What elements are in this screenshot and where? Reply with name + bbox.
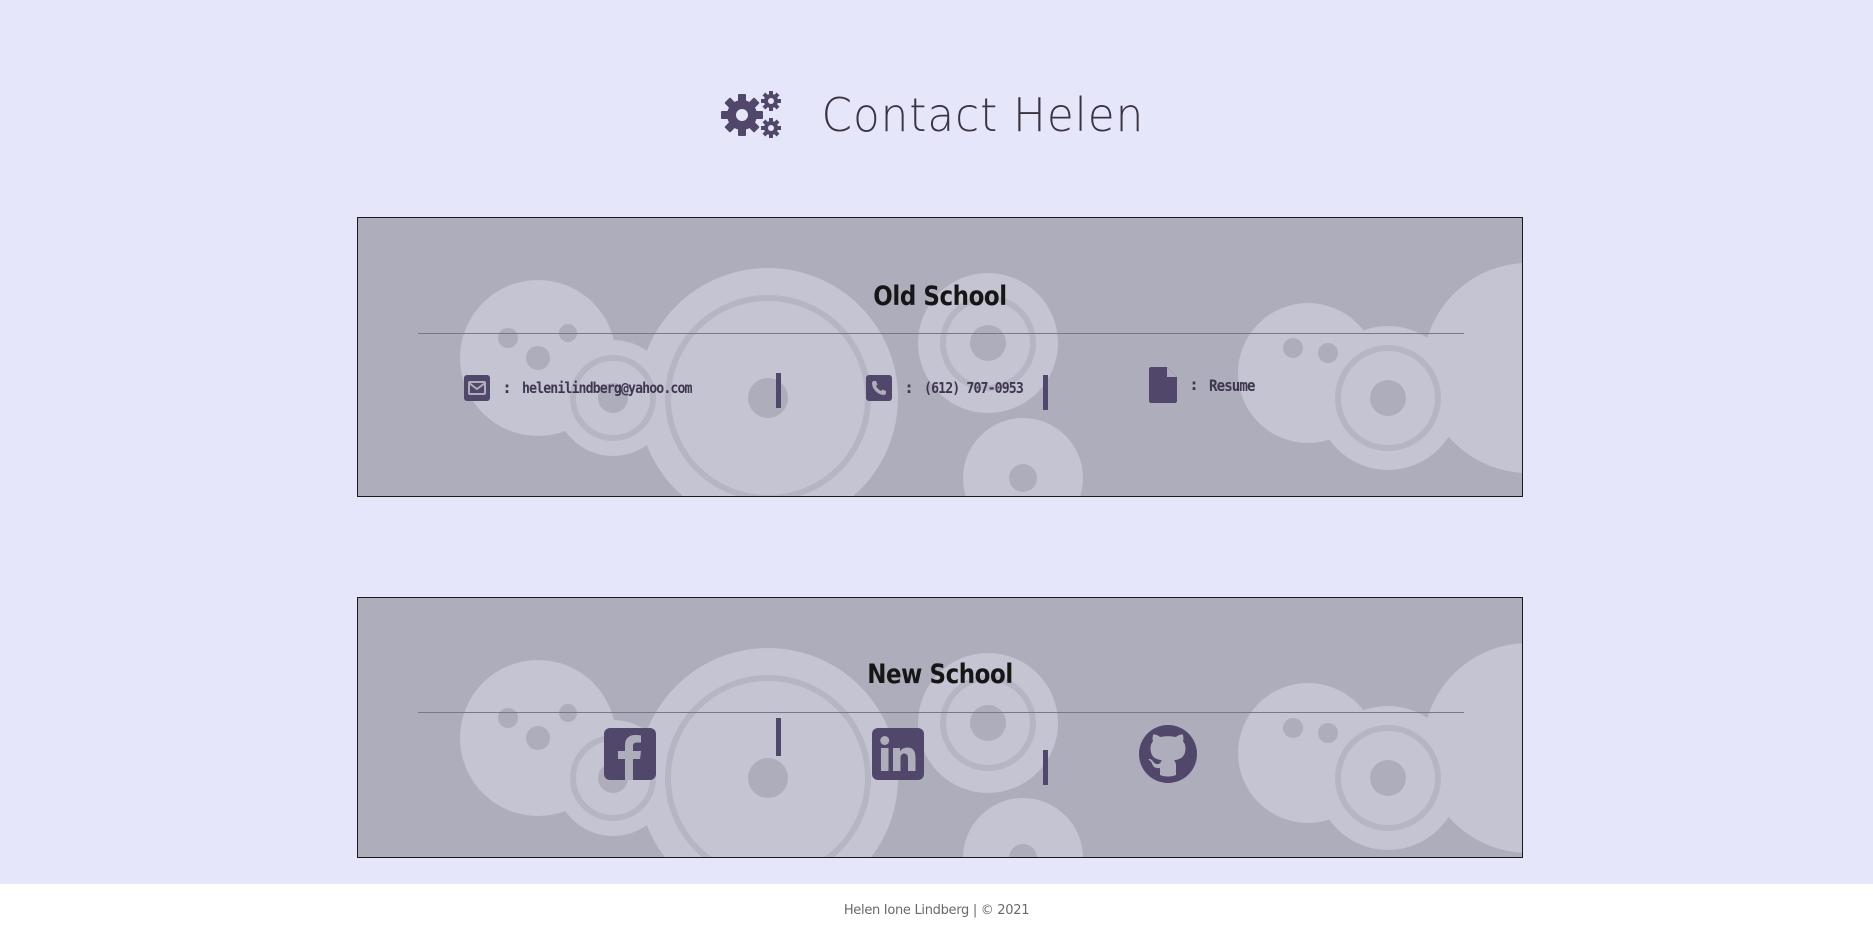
contact-page: Contact Helen Old School: helenilindber… (0, 0, 1873, 937)
phone-icon (866, 375, 892, 401)
vertical-separator (1043, 750, 1048, 785)
old-school-title: Old School (873, 281, 1007, 312)
gears-icon (720, 91, 781, 138)
vertical-separator (1043, 375, 1048, 410)
phone-link[interactable]: : (612) 707-0953 (866, 363, 1036, 413)
old-school-contact-row: : helenilindberg@yahoo.com : (612) 707-0… (358, 363, 1522, 413)
email-separator: : (504, 379, 510, 397)
social-links-row (358, 718, 1522, 788)
vertical-separator (776, 718, 781, 756)
email-link[interactable]: : helenilindberg@yahoo.com (464, 363, 715, 413)
phone-text: (612) 707-0953 (924, 379, 1024, 397)
linkedin-icon[interactable] (872, 728, 924, 780)
new-school-title: New School (867, 659, 1013, 690)
divider (418, 712, 1464, 713)
footer-text: Helen Ione Lindberg | © 2021 (843, 903, 1030, 918)
divider (418, 333, 1464, 334)
email-text: helenilindberg@yahoo.com (522, 379, 692, 397)
page-header: Contact Helen (0, 75, 1873, 155)
envelope-icon (464, 375, 490, 401)
page-title: Contact Helen (821, 88, 1144, 142)
new-school-card: New School (357, 597, 1523, 858)
github-icon[interactable] (1139, 725, 1197, 783)
resume-link[interactable]: : Resume (1149, 360, 1261, 410)
resume-separator: : (1191, 376, 1197, 394)
footer: Helen Ione Lindberg | © 2021 (0, 884, 1873, 937)
phone-separator: : (906, 379, 912, 397)
vertical-separator (776, 373, 781, 408)
gears-background-image (460, 263, 1522, 496)
resume-text: Resume (1209, 375, 1255, 395)
file-icon (1149, 367, 1177, 403)
old-school-card: Old School : helenilindberg@yahoo.com: … (357, 217, 1523, 497)
facebook-icon[interactable] (604, 728, 656, 780)
